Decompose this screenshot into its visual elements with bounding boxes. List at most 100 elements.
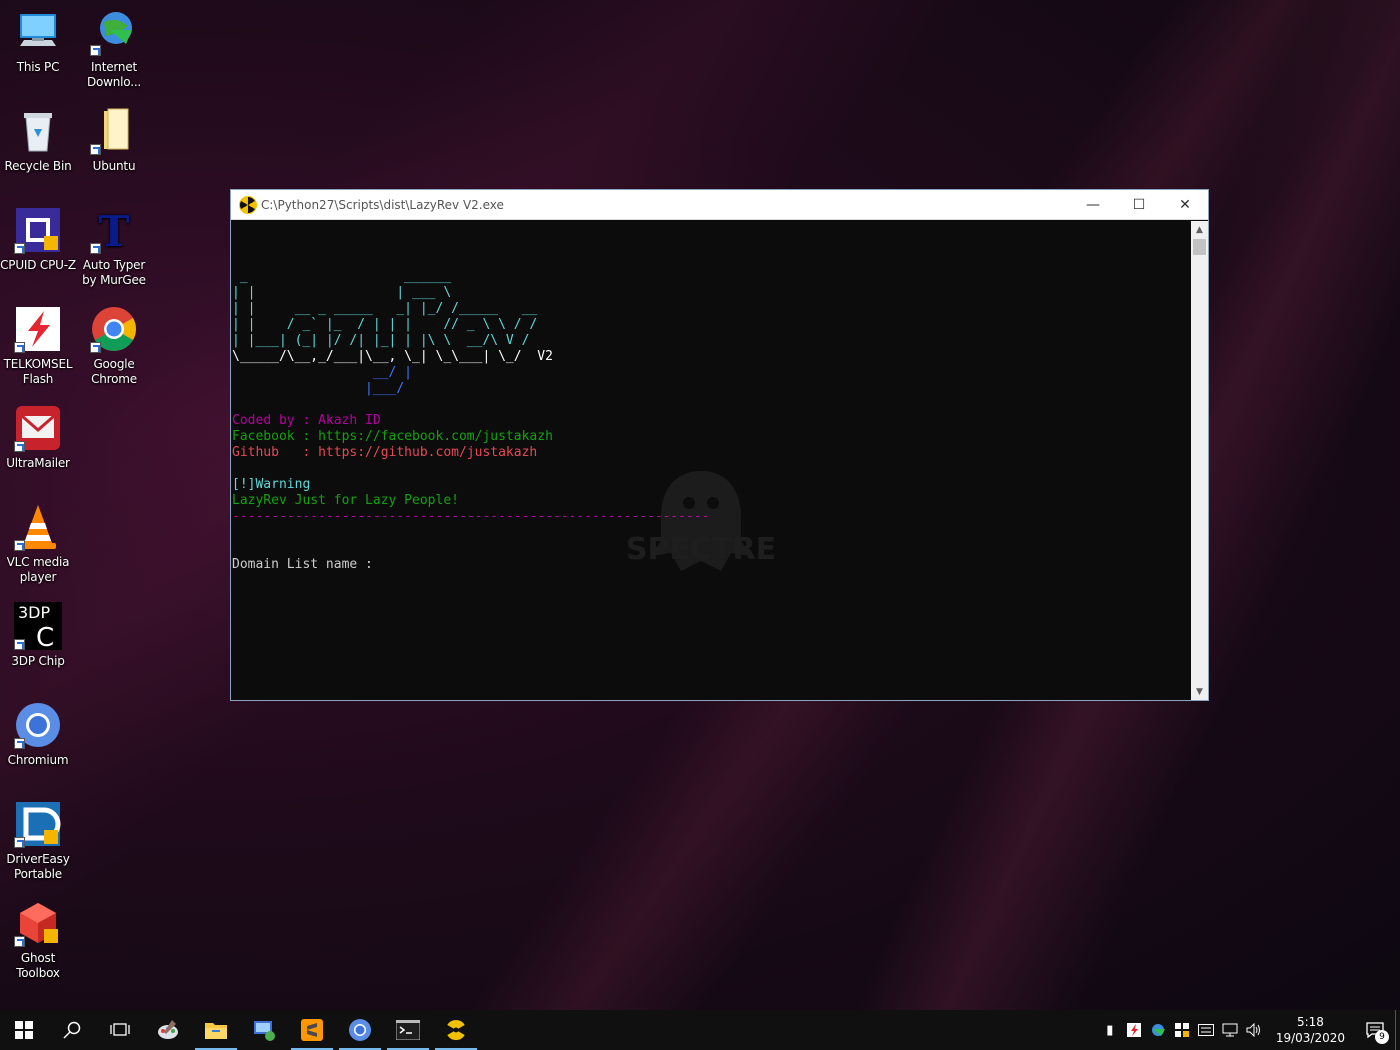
idm-tray-icon[interactable] xyxy=(1146,1010,1170,1050)
taskbar-file-explorer[interactable] xyxy=(192,1010,240,1050)
maximize-button[interactable]: ☐ xyxy=(1116,190,1162,220)
window-titlebar[interactable]: C:\Python27\Scripts\dist\LazyRev V2.exe … xyxy=(231,190,1208,220)
radiation-icon xyxy=(239,195,257,214)
security-shield-icon[interactable] xyxy=(1170,1010,1194,1050)
desktop-icon-ultramailer[interactable]: UltraMailer xyxy=(0,404,76,471)
recycle-bin-icon xyxy=(14,107,62,155)
desktop-icon-ubuntu[interactable]: Ubuntu xyxy=(76,107,152,174)
chrome-icon xyxy=(90,305,138,353)
github-label: Github : xyxy=(232,445,319,460)
cmd-icon xyxy=(396,1020,420,1040)
desktop-icon-3dp-chip[interactable]: 3DP C 3DP Chip xyxy=(0,602,76,669)
cpuz-icon xyxy=(14,206,62,254)
maximize-icon: ☐ xyxy=(1132,197,1146,213)
prompt-line[interactable]: Domain List name : xyxy=(232,557,1191,573)
action-center-button[interactable]: 9 xyxy=(1355,1010,1395,1050)
taskbar-sublime-text[interactable] xyxy=(288,1010,336,1050)
close-button[interactable]: ✕ xyxy=(1162,190,1208,220)
show-desktop-button[interactable] xyxy=(1395,1010,1400,1050)
network-tool-icon xyxy=(254,1021,275,1041)
banner-line: | | / _` |_ / | | | // _ \ \ / / xyxy=(232,317,538,332)
telkomsel-tray-icon[interactable] xyxy=(1122,1010,1146,1050)
taskbar-lazyrev[interactable] xyxy=(432,1010,480,1050)
desktop-icon-internet-download-manager[interactable]: Internet Downlo... xyxy=(76,8,152,90)
console-output[interactable]: SPECTRE _ ______ | | | ___ \ | | __ _ __… xyxy=(231,221,1191,700)
clock-time: 5:18 xyxy=(1296,1015,1324,1029)
desktop-icon-drivereasy[interactable]: DriverEasy Portable xyxy=(0,800,76,882)
scroll-thumb[interactable] xyxy=(1193,239,1206,255)
ubuntu-folder-icon xyxy=(90,107,138,155)
console-window[interactable]: C:\Python27\Scripts\dist\LazyRev V2.exe … xyxy=(230,189,1209,701)
svg-text:C: C xyxy=(36,623,54,650)
file-explorer-icon xyxy=(205,1023,227,1039)
search-button[interactable] xyxy=(48,1010,96,1050)
facebook-label: Facebook : xyxy=(232,429,319,444)
banner-line: _ ______ xyxy=(232,269,452,284)
taskbar-network-tool[interactable] xyxy=(240,1010,288,1050)
banner-line: | | | ___ \ xyxy=(232,285,452,300)
chromium-icon xyxy=(14,701,62,749)
banner-line: \_____/\__,_/___|\__, \_| \_\___| \_/ xyxy=(232,349,530,364)
vlc-icon xyxy=(14,503,62,551)
desktop-icon-google-chrome[interactable]: Google Chrome xyxy=(76,305,152,387)
task-view-button[interactable] xyxy=(96,1010,144,1050)
desktop-icon-ghost-toolbox[interactable]: Ghost Toolbox xyxy=(0,899,76,981)
svg-text:3DP: 3DP xyxy=(18,603,51,622)
desktop-icon-cpuz[interactable]: CPUID CPU-Z xyxy=(0,206,76,273)
github-url: https://github.com/justakazh xyxy=(318,445,538,460)
separator: ----------------------------------------… xyxy=(232,509,710,524)
desktop-icon-telkomsel-flash[interactable]: TELKOMSEL Flash xyxy=(0,305,76,387)
warning-line: [!]Warning xyxy=(232,477,311,492)
version-label: V2 xyxy=(537,349,553,364)
facebook-url: https://facebook.com/justakazh xyxy=(318,429,553,444)
drivereasy-icon xyxy=(14,800,62,848)
clock[interactable]: 5:18 19/03/2020 xyxy=(1266,1014,1355,1046)
banner-art: _ ______ | | | ___ \ | | __ _ _____ _| |… xyxy=(232,269,1191,397)
network-icon[interactable] xyxy=(1218,1010,1242,1050)
ghost-toolbox-icon xyxy=(14,899,62,947)
warning-block: [!]Warning LazyRev Just for Lazy People!… xyxy=(232,477,1191,525)
close-icon: ✕ xyxy=(1179,197,1191,213)
tagline: LazyRev Just for Lazy People! xyxy=(232,493,459,508)
scroll-up-icon[interactable]: ▲ xyxy=(1191,221,1208,238)
taskbar-cmd[interactable] xyxy=(384,1010,432,1050)
usb-icon[interactable]: ▮ xyxy=(1098,1010,1122,1050)
taskbar: ▮ 5:18 19/03/2020 9 xyxy=(0,1010,1400,1050)
minimize-button[interactable]: — xyxy=(1070,190,1116,220)
svg-text:T: T xyxy=(98,207,129,254)
vertical-scrollbar[interactable]: ▲ ▼ xyxy=(1191,221,1208,700)
notification-badge: 9 xyxy=(1375,1030,1389,1044)
system-tray: ▮ 5:18 19/03/2020 9 xyxy=(1098,1010,1400,1050)
internet-download-manager-icon xyxy=(90,8,138,56)
this-pc-icon xyxy=(14,8,62,56)
lazyrev-icon xyxy=(445,1019,467,1041)
3dp-chip-icon: 3DP C xyxy=(14,602,62,653)
clock-date: 19/03/2020 xyxy=(1275,1031,1345,1045)
desktop-icon-recycle-bin[interactable]: Recycle Bin xyxy=(0,107,76,174)
paint-icon xyxy=(158,1020,178,1039)
domain-list-prompt: Domain List name : xyxy=(232,557,373,572)
sublime-text-icon xyxy=(301,1019,323,1041)
input-method-icon[interactable] xyxy=(1194,1010,1218,1050)
task-view-icon xyxy=(110,1023,130,1036)
banner-line: | |___| (_| |/ /| |_| | |\ \ __/\ V / xyxy=(232,333,530,348)
desktop-icon-vlc[interactable]: VLC media player xyxy=(0,503,76,585)
desktop-icon-auto-typer[interactable]: T Auto Typer by MurGee xyxy=(76,206,152,288)
window-title: C:\Python27\Scripts\dist\LazyRev V2.exe xyxy=(261,197,504,212)
taskbar-chromium[interactable] xyxy=(336,1010,384,1050)
desktop-icon-chromium[interactable]: Chromium xyxy=(0,701,76,768)
ultramailer-icon xyxy=(14,404,62,452)
volume-icon[interactable] xyxy=(1242,1010,1266,1050)
scroll-down-icon[interactable]: ▼ xyxy=(1191,683,1208,700)
start-icon xyxy=(15,1021,33,1039)
banner-line: |___/ xyxy=(232,381,405,396)
start-button[interactable] xyxy=(0,1010,48,1050)
credits: Coded by : Akazh ID Facebook : https://f… xyxy=(232,413,1191,461)
search-icon xyxy=(63,1021,81,1039)
coded-by-line: Coded by : Akazh ID xyxy=(232,413,381,428)
banner-line: __/ | xyxy=(232,365,413,380)
auto-typer-icon: T xyxy=(90,206,138,256)
chromium-icon xyxy=(349,1019,371,1041)
taskbar-paint[interactable] xyxy=(144,1010,192,1050)
desktop-icon-this-pc[interactable]: This PC xyxy=(0,8,76,75)
